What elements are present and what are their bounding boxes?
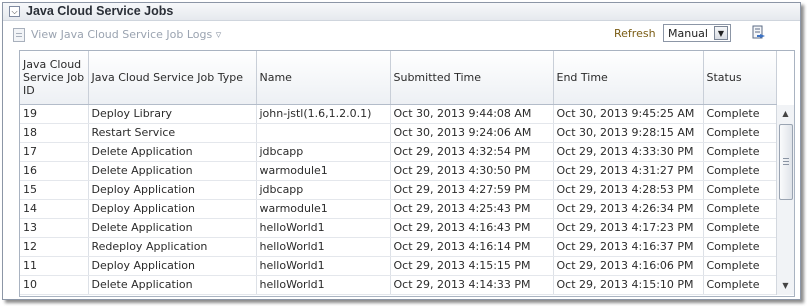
cell-submitted-time: Oct 30, 2013 9:24:06 AM	[390, 123, 554, 143]
scrollbar-thumb[interactable]	[779, 124, 793, 200]
header-row: Java Cloud Service Job ID Java Cloud Ser…	[20, 51, 777, 105]
cell-end-time: Oct 29, 2013 4:28:53 PM	[553, 180, 704, 200]
view-job-logs-menu[interactable]: View Java Cloud Service Job Logs ▿	[31, 28, 221, 41]
cell-job-type: Redeploy Application	[88, 237, 257, 257]
cell-submitted-time: Oct 30, 2013 9:44:08 AM	[390, 104, 554, 124]
column-header-submitted-time[interactable]: Submitted Time	[390, 51, 554, 105]
table-row[interactable]: 17 Delete Application jdbcapp Oct 29, 2013 …	[20, 142, 777, 162]
cell-job-id: 10	[20, 275, 89, 295]
cell-end-time: Oct 29, 2013 4:26:34 PM	[553, 199, 704, 219]
table-row[interactable]: 13 Delete Application helloWorld1 Oct 29, 2…	[20, 218, 777, 238]
chevron-down-icon[interactable]: ⌵	[9, 6, 20, 17]
select-dropdown-icon[interactable]: ▼	[714, 26, 728, 40]
cell-job-type: Delete Application	[88, 142, 257, 162]
cell-job-id: 16	[20, 161, 89, 181]
column-header-name[interactable]: Name	[256, 51, 391, 105]
cell-job-id: 18	[20, 123, 89, 143]
scroll-up-arrow-icon[interactable]: ▲	[777, 107, 794, 121]
cell-job-type: Restart Service	[88, 123, 257, 143]
cell-job-id: 19	[20, 104, 89, 124]
cell-job-id: 12	[20, 237, 89, 257]
cell-status: Complete	[703, 104, 777, 124]
cell-job-type: Delete Application	[88, 218, 257, 238]
cell-name	[256, 123, 391, 143]
table-row[interactable]: 15 Deploy Application jdbcapp Oct 29, 2013 …	[20, 180, 777, 200]
cell-job-type: Deploy Application	[88, 180, 257, 200]
cell-status: Complete	[703, 256, 777, 276]
vertical-scrollbar[interactable]: ▲ ▼	[776, 105, 794, 295]
cell-submitted-time: Oct 29, 2013 4:27:59 PM	[390, 180, 554, 200]
cell-end-time: Oct 29, 2013 4:16:06 PM	[553, 256, 704, 276]
cell-name: helloWorld1	[256, 218, 391, 238]
cell-name: warmodule1	[256, 161, 391, 181]
table-body: 19 Deploy Library john-jstl(1.6,1.2.0.1) Oc…	[20, 104, 777, 295]
panel-header: ⌵ Java Cloud Service Jobs	[3, 3, 800, 21]
cell-end-time: Oct 29, 2013 4:31:27 PM	[553, 161, 704, 181]
cell-name: john-jstl(1.6,1.2.0.1)	[256, 104, 391, 124]
cell-name: jdbcapp	[256, 180, 391, 200]
table-row[interactable]: 11 Deploy Application helloWorld1 Oct 29, 2…	[20, 256, 777, 276]
table-row[interactable]: 14 Deploy Application warmodule1 Oct 29, 20…	[20, 199, 777, 219]
cell-end-time: Oct 29, 2013 4:17:23 PM	[553, 218, 704, 238]
cell-submitted-time: Oct 29, 2013 4:14:33 PM	[390, 275, 554, 295]
panel-title: Java Cloud Service Jobs	[26, 4, 174, 18]
cell-job-type: Deploy Library	[88, 104, 257, 124]
dropdown-arrow-icon: ▿	[215, 28, 222, 41]
cell-submitted-time: Oct 29, 2013 4:16:43 PM	[390, 218, 554, 238]
cell-status: Complete	[703, 275, 777, 295]
cell-job-id: 15	[20, 180, 89, 200]
refresh-label: Refresh	[614, 27, 656, 40]
cell-end-time: Oct 30, 2013 9:45:25 AM	[553, 104, 704, 124]
cell-end-time: Oct 29, 2013 4:16:37 PM	[553, 237, 704, 257]
cell-submitted-time: Oct 29, 2013 4:25:43 PM	[390, 199, 554, 219]
cell-name: jdbcapp	[256, 142, 391, 162]
cell-submitted-time: Oct 29, 2013 4:15:15 PM	[390, 256, 554, 276]
column-header-job-type[interactable]: Java Cloud Service Job Type	[88, 51, 257, 105]
cell-status: Complete	[703, 180, 777, 200]
cell-end-time: Oct 29, 2013 4:15:10 PM	[553, 275, 704, 295]
cell-name: helloWorld1	[256, 256, 391, 276]
cell-status: Complete	[703, 123, 777, 143]
cell-job-type: Deploy Application	[88, 256, 257, 276]
cell-name: warmodule1	[256, 199, 391, 219]
document-icon	[13, 28, 25, 42]
column-header-end-time[interactable]: End Time	[553, 51, 704, 105]
cell-status: Complete	[703, 142, 777, 162]
cell-job-type: Delete Application	[88, 275, 257, 295]
column-header-job-id[interactable]: Java Cloud Service Job ID	[20, 51, 89, 105]
cell-job-id: 17	[20, 142, 89, 162]
cell-end-time: Oct 29, 2013 4:33:30 PM	[553, 142, 704, 162]
toolbar: View Java Cloud Service Job Logs ▿ Refre…	[3, 21, 800, 48]
jobs-panel: ⌵ Java Cloud Service Jobs View Java Clou…	[2, 2, 801, 300]
jobs-table: Java Cloud Service Job ID Java Cloud Ser…	[20, 51, 777, 295]
cell-submitted-time: Oct 29, 2013 4:32:54 PM	[390, 142, 554, 162]
cell-submitted-time: Oct 29, 2013 4:16:14 PM	[390, 237, 554, 257]
cell-submitted-time: Oct 29, 2013 4:30:50 PM	[390, 161, 554, 181]
table-row[interactable]: 18 Restart Service Oct 30, 2013 9:24:06 AM…	[20, 123, 777, 143]
cell-job-type: Delete Application	[88, 161, 257, 181]
cell-status: Complete	[703, 199, 777, 219]
export-icon[interactable]	[751, 25, 767, 41]
cell-job-id: 14	[20, 199, 89, 219]
table-row[interactable]: 12 Redeploy Application helloWorld1 Oct 29,…	[20, 237, 777, 257]
jobs-table-container: Java Cloud Service Job ID Java Cloud Ser…	[19, 50, 795, 297]
cell-job-id: 13	[20, 218, 89, 238]
scroll-down-arrow-icon[interactable]: ▼	[777, 279, 794, 293]
table-row[interactable]: 10 Delete Application helloWorld1 Oct 29, 2…	[20, 275, 777, 295]
cell-status: Complete	[703, 237, 777, 257]
cell-status: Complete	[703, 218, 777, 238]
table-row[interactable]: 16 Delete Application warmodule1 Oct 29, 20…	[20, 161, 777, 181]
cell-end-time: Oct 30, 2013 9:28:15 AM	[553, 123, 704, 143]
cell-job-type: Deploy Application	[88, 199, 257, 219]
cell-job-id: 11	[20, 256, 89, 276]
cell-name: helloWorld1	[256, 237, 391, 257]
table-row[interactable]: 19 Deploy Library john-jstl(1.6,1.2.0.1) Oc…	[20, 104, 777, 124]
cell-status: Complete	[703, 161, 777, 181]
view-job-logs-label: View Java Cloud Service Job Logs	[31, 28, 213, 41]
column-header-status[interactable]: Status	[703, 51, 777, 105]
cell-name: helloWorld1	[256, 275, 391, 295]
